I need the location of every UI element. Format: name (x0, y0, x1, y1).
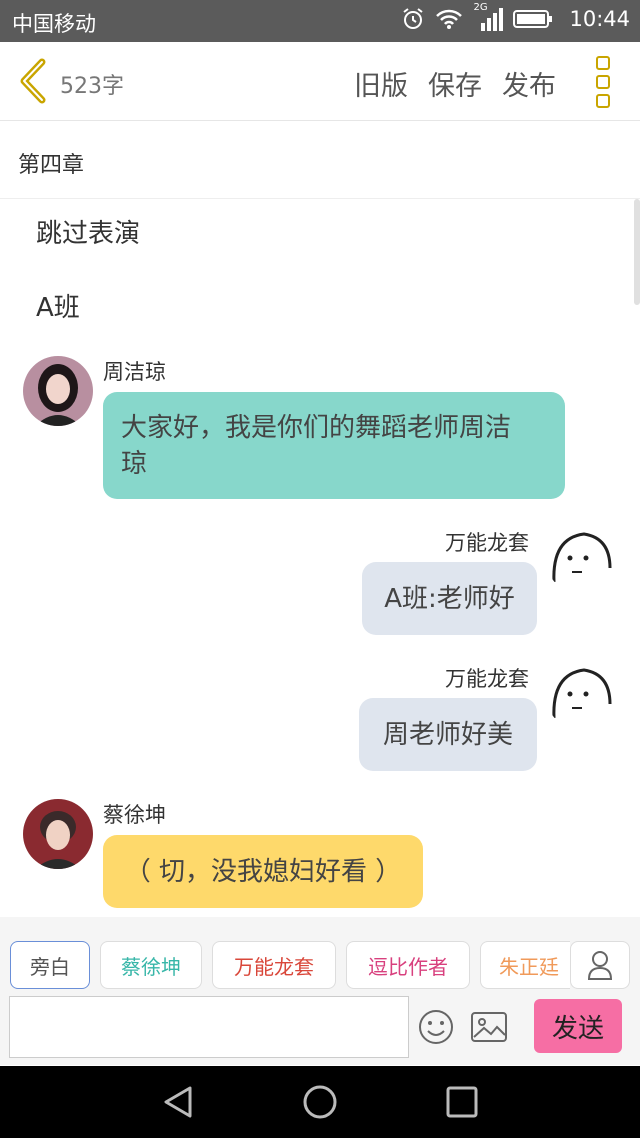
message-text: 大家好，我是你们的舞蹈老师周洁 (121, 412, 512, 443)
more-menu-icon[interactable] (596, 56, 612, 108)
recents-square-icon[interactable] (444, 1084, 480, 1120)
composer-panel: 旁白 蔡徐坤 万能龙套 逗比作者 朱正廷 发送 (0, 917, 640, 1065)
status-bar: 中国移动 2G 10:44 (0, 0, 640, 42)
person-icon (587, 951, 613, 980)
message-bubble[interactable]: （ 切，没我媳妇好看 ） (103, 835, 423, 908)
scrollbar[interactable] (634, 199, 640, 305)
message-text: （ 切，没我媳妇好看 ） (124, 856, 402, 887)
send-button-label: 发送 (551, 1013, 604, 1044)
character-chip-label: 朱正廷 (499, 954, 559, 979)
alarm-icon (403, 8, 424, 29)
message-text: A班:老师好 (384, 583, 515, 614)
save-button[interactable]: 保存 (428, 64, 482, 103)
publish-button[interactable]: 发布 (502, 64, 556, 103)
sender-name: 万能龙套 (445, 667, 529, 691)
manage-characters-button[interactable] (570, 941, 630, 989)
cell-signal-icon: 2G (473, 2, 504, 32)
avatar[interactable] (546, 524, 616, 594)
navigation-bar (0, 1066, 640, 1138)
avatar[interactable] (23, 356, 93, 426)
message-bubble[interactable]: 大家好，我是你们的舞蹈老师周洁 琼 (103, 392, 565, 499)
character-chip-author[interactable]: 逗比作者 (346, 941, 470, 989)
image-icon[interactable] (471, 1011, 507, 1043)
character-chip-label: 万能龙套 (234, 954, 314, 979)
narration-line: 跳过表演 (36, 219, 141, 249)
avatar[interactable] (23, 799, 93, 869)
avatar[interactable] (546, 660, 616, 730)
back-triangle-icon[interactable] (160, 1084, 196, 1120)
carrier-name: 中国移动 (12, 12, 96, 36)
character-chip-cai-xukun[interactable]: 蔡徐坤 (100, 941, 202, 989)
sender-name: 周洁琼 (103, 360, 166, 384)
character-chip-extra[interactable]: 万能龙套 (212, 941, 336, 989)
message-input[interactable] (9, 996, 409, 1058)
clock: 10:44 (569, 7, 630, 31)
back-arrow-icon[interactable] (14, 56, 54, 106)
story-content[interactable]: 跳过表演 A班 周洁琼 大家好，我是你们的舞蹈老师周洁 琼 万能龙套 A班:老师… (0, 199, 640, 917)
character-chip-zhu-zhengting[interactable]: 朱正廷 (480, 941, 570, 989)
old-version-button[interactable]: 旧版 (354, 64, 408, 103)
battery-icon (513, 10, 553, 28)
message-text: 琼 (121, 448, 148, 479)
sender-name: 万能龙套 (445, 531, 529, 555)
chapter-title: 第四章 (18, 153, 85, 178)
character-chip-label: 逗比作者 (368, 954, 448, 979)
message-bubble[interactable]: 周老师好美 (359, 698, 537, 771)
wifi-icon (436, 9, 463, 29)
character-chip-narrator[interactable]: 旁白 (10, 941, 90, 989)
chapter-title-row[interactable]: 第四章 (0, 121, 640, 199)
message-text: 周老师好美 (382, 719, 513, 750)
editor-toolbar: 523字 旧版 保存 发布 (0, 42, 640, 121)
character-chip-label: 蔡徐坤 (121, 954, 181, 979)
network-type: 2G (473, 2, 488, 13)
message-bubble[interactable]: A班:老师好 (362, 562, 537, 635)
word-count: 523字 (60, 74, 124, 99)
sender-name: 蔡徐坤 (103, 803, 166, 827)
character-chip-label: 旁白 (30, 954, 70, 979)
emoji-icon[interactable] (418, 1009, 454, 1045)
narration-line: A班 (36, 293, 80, 323)
send-button[interactable]: 发送 (534, 999, 622, 1053)
home-circle-icon[interactable] (302, 1084, 338, 1120)
